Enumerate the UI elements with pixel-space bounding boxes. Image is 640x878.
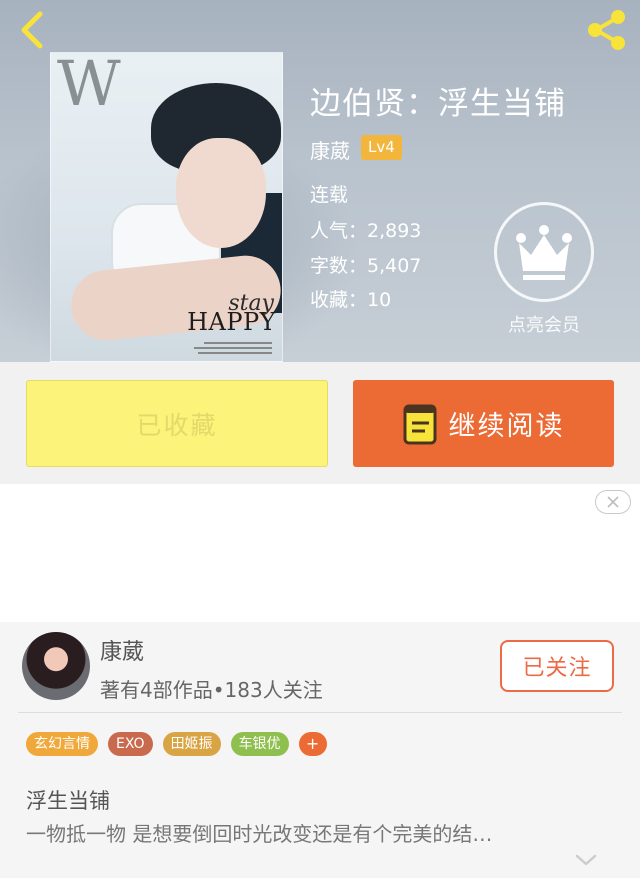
cover-face-shape (176, 138, 266, 248)
collect-button[interactable]: 已收藏 (26, 380, 328, 467)
author-level-badge: Lv4 (361, 135, 402, 160)
vip-label[interactable]: 点亮会员 (494, 311, 594, 337)
book-author[interactable]: 康葳 (310, 135, 350, 164)
continue-reading-button[interactable]: 继续阅读 (353, 380, 614, 467)
expand-button[interactable] (574, 852, 598, 866)
synopsis-text[interactable]: 一物抵一物 是想要倒回时光改变还是有个完美的结… (26, 818, 616, 847)
book-popularity: 人气：2,893 (310, 220, 422, 242)
vip-button[interactable] (494, 202, 594, 302)
book-word-count: 字数：5,407 (310, 255, 422, 277)
crown-icon (516, 225, 572, 280)
book-favorites: 收藏：10 (310, 289, 392, 311)
tag-chip[interactable]: 车银优 (230, 732, 289, 756)
tag-chip[interactable]: 玄幻言情 (26, 732, 98, 756)
continue-reading-label: 继续阅读 (448, 411, 565, 442)
cover-text-happy: HAPPY (187, 308, 276, 336)
cover-logo: W (57, 52, 121, 120)
author-avatar[interactable] (22, 632, 90, 700)
author-card-meta: 著有4部作品•183人关注 (100, 678, 323, 702)
tag-chip[interactable]: EXO (108, 732, 153, 756)
tag-list: 玄幻言情 EXO 田姬振 车银优 + (26, 732, 327, 756)
close-icon (607, 496, 619, 508)
synopsis-book-name: 浮生当铺 (26, 789, 110, 813)
ad-close-button[interactable] (595, 490, 631, 514)
chevron-down-icon (575, 854, 597, 866)
cover-fine-print (174, 341, 274, 357)
author-panel: 康葳 著有4部作品•183人关注 已关注 玄幻言情 EXO 田姬振 车银优 + 浮生当铺… (0, 622, 640, 878)
book-header: W stay HAPPY 边伯贤：浮生当铺 康葳 Lv4 连载 人气：2,893… (0, 0, 640, 362)
follow-button[interactable]: 已关注 (500, 640, 614, 692)
action-bar: 已收藏 继续阅读 (0, 362, 640, 484)
divider (18, 712, 622, 713)
add-tag-button[interactable]: + (298, 732, 327, 756)
back-button[interactable] (14, 10, 54, 50)
share-button[interactable] (584, 8, 628, 52)
tag-chip[interactable]: 田姬振 (162, 732, 221, 756)
chevron-left-icon (21, 11, 43, 49)
author-card-name[interactable]: 康葳 (100, 634, 144, 666)
collect-button-label: 已收藏 (136, 410, 218, 440)
book-icon (403, 404, 436, 444)
book-title: 边伯贤：浮生当铺 (310, 86, 566, 122)
share-icon (588, 10, 625, 50)
book-status: 连载 (310, 184, 349, 206)
book-cover[interactable]: W stay HAPPY (50, 52, 283, 362)
ad-panel (0, 484, 640, 622)
